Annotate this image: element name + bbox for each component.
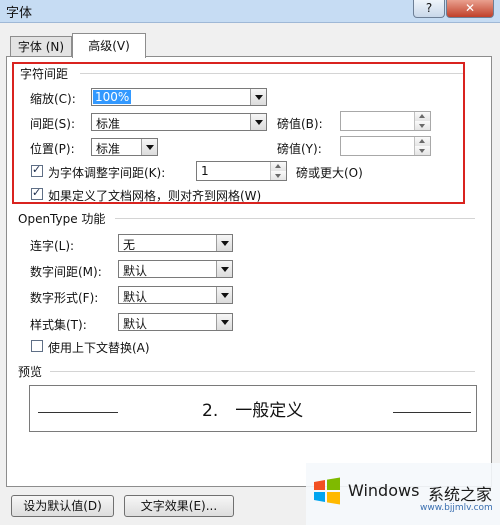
close-button[interactable]: ✕ xyxy=(446,0,494,18)
contextual-alternates-label: 使用上下文替换(A) xyxy=(48,341,150,355)
windows-logo-icon xyxy=(314,477,340,505)
preview-sample-text: 2. 一般定义 xyxy=(202,401,304,421)
highlight-frame xyxy=(12,62,465,204)
chevron-down-icon[interactable] xyxy=(216,314,232,330)
contextual-alternates-checkbox[interactable] xyxy=(31,340,43,352)
preview-baseline-right xyxy=(393,412,471,413)
number-forms-combo[interactable]: 默认 xyxy=(118,286,233,304)
tab-advanced[interactable]: 高级(V) xyxy=(72,33,146,58)
set-default-button[interactable]: 设为默认值(D) xyxy=(11,495,114,517)
ligatures-combo[interactable]: 无 xyxy=(118,234,233,252)
stylistic-sets-combo[interactable]: 默认 xyxy=(118,313,233,331)
tab-font[interactable]: 字体 (N) xyxy=(10,36,72,57)
number-forms-label: 数字形式(F): xyxy=(30,291,99,305)
preview-baseline-left xyxy=(38,412,118,413)
opentype-heading: OpenType 功能 xyxy=(18,210,110,227)
section-divider xyxy=(115,218,475,219)
text-effects-button[interactable]: 文字效果(E)... xyxy=(124,495,234,517)
number-forms-value: 默认 xyxy=(123,290,148,304)
help-button[interactable]: ? xyxy=(413,0,445,18)
stylistic-sets-value: 默认 xyxy=(123,317,148,331)
watermark-domain: www.bjjmlv.com xyxy=(420,503,493,513)
preview-heading: 预览 xyxy=(18,363,47,380)
number-spacing-label: 数字间距(M): xyxy=(30,265,102,279)
stylistic-sets-label: 样式集(T): xyxy=(30,318,87,332)
number-spacing-combo[interactable]: 默认 xyxy=(118,260,233,278)
chevron-down-icon[interactable] xyxy=(216,235,232,251)
ligatures-label: 连字(L): xyxy=(30,239,75,253)
chevron-down-icon[interactable] xyxy=(216,261,232,277)
ligatures-value: 无 xyxy=(123,238,136,252)
section-divider xyxy=(50,371,475,372)
window-title: 字体 xyxy=(6,6,33,21)
watermark-site: 系统之家 xyxy=(428,485,493,504)
watermark-brand: Windows xyxy=(348,481,420,500)
number-spacing-value: 默认 xyxy=(123,264,148,278)
chevron-down-icon[interactable] xyxy=(216,287,232,303)
